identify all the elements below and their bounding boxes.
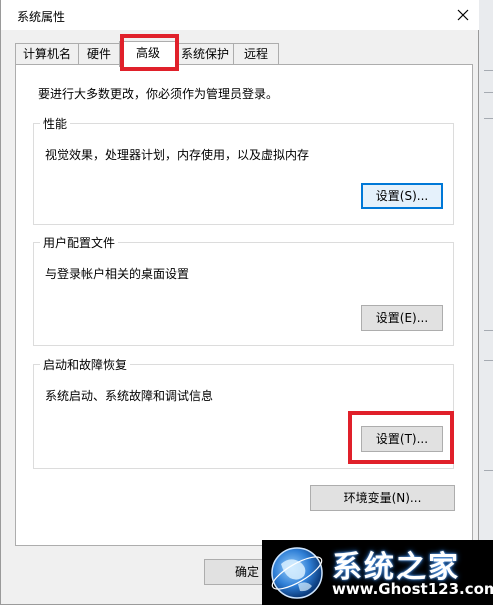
user-profiles-title: 用户配置文件: [40, 234, 119, 251]
tab-hardware[interactable]: 硬件: [78, 43, 120, 65]
user-profiles-group: 用户配置文件 与登录帐户相关的桌面设置 设置(E)...: [33, 234, 454, 346]
advanced-tab-panel: 要进行大多数更改，你必须作为管理员登录。 性能 视觉效果，处理器计划，内存使用，…: [15, 64, 473, 546]
title-bar: 系统属性: [1, 0, 479, 30]
watermark-logo: 系统之家 www.Ghost123.com: [262, 540, 493, 605]
performance-settings-button[interactable]: 设置(S)...: [361, 183, 443, 209]
user-profiles-description: 与登录帐户相关的桌面设置: [45, 267, 190, 281]
background-window-edge: [478, 0, 493, 605]
globe-logo-icon: [271, 547, 323, 599]
performance-description: 视觉效果，处理器计划，内存使用，以及虚拟内存: [45, 148, 310, 162]
highlight-box-startup-settings: [348, 411, 454, 464]
performance-title: 性能: [40, 115, 71, 132]
watermark-url: www.Ghost123.com: [332, 580, 493, 598]
user-profiles-settings-button[interactable]: 设置(E)...: [361, 305, 443, 331]
environment-variables-button[interactable]: 环境变量(N)...: [310, 485, 455, 511]
window-title: 系统属性: [17, 10, 66, 24]
highlight-box-advanced-tab: [120, 34, 179, 71]
system-properties-dialog: 系统属性 计算机名 硬件 高级 系统保护 远程 要进行大多数更改，你必须作为管理…: [0, 0, 479, 605]
close-button[interactable]: [449, 2, 477, 28]
close-icon: [457, 9, 469, 21]
startup-recovery-description: 系统启动、系统故障和调试信息: [45, 389, 214, 403]
admin-note: 要进行大多数更改，你必须作为管理员登录。: [38, 87, 279, 101]
tab-computer-name[interactable]: 计算机名: [15, 43, 79, 65]
startup-recovery-title: 启动和故障恢复: [40, 356, 131, 373]
tab-remote[interactable]: 远程: [233, 43, 279, 65]
tab-system-protection[interactable]: 系统保护: [176, 43, 234, 65]
performance-group: 性能 视觉效果，处理器计划，内存使用，以及虚拟内存 设置(S)...: [33, 115, 454, 225]
